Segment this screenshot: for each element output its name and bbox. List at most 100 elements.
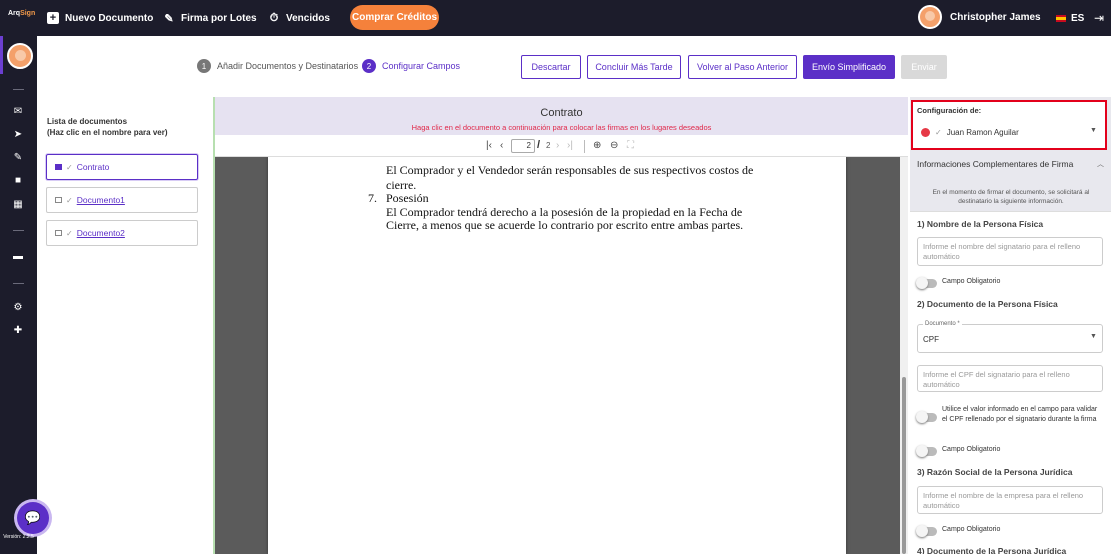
expired-button[interactable]: ⏱ Vencidos bbox=[268, 0, 330, 36]
toggle-switch[interactable] bbox=[916, 445, 937, 457]
step-configure-fields[interactable]: 2 Configurar Campos bbox=[362, 59, 460, 73]
new-document-label: Nuevo Documento bbox=[65, 12, 154, 24]
page-total: 2 bbox=[546, 141, 551, 150]
folder-icon[interactable]: ▬ bbox=[11, 251, 25, 262]
check-icon: ✓ bbox=[66, 162, 73, 172]
batch-sign-button[interactable]: ✎ Firma por Lotes bbox=[163, 0, 256, 36]
back-button[interactable]: Volver al Paso Anterior bbox=[688, 55, 797, 79]
document-item-number: 7. bbox=[368, 191, 377, 205]
toggle-switch[interactable] bbox=[916, 525, 937, 537]
first-page-icon[interactable]: |‹ bbox=[486, 140, 492, 151]
document-list-title: Lista de documentos (Haz clic en el nomb… bbox=[47, 116, 168, 138]
dropdown-arrow-icon[interactable]: ▼ bbox=[1090, 127, 1097, 134]
check-icon: ✓ bbox=[66, 195, 73, 205]
step-add-documents[interactable]: 1 Añadir Documentos y Destinatarios bbox=[197, 59, 358, 73]
question-2-label: 2) Documento de la Persona Física bbox=[917, 299, 1058, 309]
version-label: Versión: 2.2.5 bbox=[3, 534, 34, 540]
required-toggle-3[interactable]: Campo Obligatorio bbox=[916, 525, 1000, 537]
fullscreen-icon[interactable]: ⛶ bbox=[627, 140, 634, 151]
document-text-line: El Comprador y el Vendedor serán respons… bbox=[386, 163, 754, 177]
document-icon bbox=[55, 230, 62, 236]
sidebar-avatar[interactable] bbox=[7, 43, 33, 69]
simplified-send-button[interactable]: Envío Simplificado bbox=[803, 55, 895, 79]
toggle-switch[interactable] bbox=[916, 277, 937, 289]
validate-cpf-toggle[interactable]: Utilice el valor informado en el campo p… bbox=[916, 405, 1103, 425]
person-name-field[interactable]: Informe el nombre del signatario para el… bbox=[917, 237, 1103, 266]
step-number: 1 bbox=[197, 59, 211, 73]
company-name-field[interactable]: Informe el nombre de la empresa para el … bbox=[917, 486, 1103, 514]
edit-icon[interactable]: ✎ bbox=[11, 152, 25, 163]
document-viewer[interactable]: El Comprador y el Vendedor serán respons… bbox=[215, 157, 900, 554]
document-item-contrato[interactable]: ✓ Contrato bbox=[46, 154, 198, 180]
required-label: Campo Obligatorio bbox=[942, 446, 1001, 453]
pen-batch-icon: ✎ bbox=[164, 12, 174, 25]
additional-info-title[interactable]: Informaciones Complementares de Firma bbox=[917, 159, 1073, 169]
document-name: Contrato bbox=[76, 162, 110, 172]
toggle-switch[interactable] bbox=[916, 411, 937, 423]
discard-button[interactable]: Descartar bbox=[521, 55, 581, 79]
document-list-subheading: (Haz clic en el nombre para ver) bbox=[47, 128, 168, 137]
next-page-icon[interactable]: › bbox=[556, 140, 559, 151]
gear-icon[interactable]: ⚙ bbox=[11, 302, 25, 313]
send-button[interactable]: Enviar bbox=[901, 55, 947, 79]
last-page-icon[interactable]: ›| bbox=[567, 140, 573, 151]
step-label: Configurar Campos bbox=[382, 61, 461, 71]
trash-icon[interactable]: ■ bbox=[11, 175, 25, 186]
sidebar-active-indicator bbox=[0, 36, 3, 74]
app-logo[interactable]: ArqSign bbox=[8, 10, 35, 17]
viewer-title: Contrato bbox=[540, 107, 583, 119]
section-divider bbox=[910, 211, 1111, 212]
required-label: Campo Obligatorio bbox=[942, 278, 1001, 285]
chevron-up-icon[interactable]: ︿ bbox=[1097, 159, 1104, 169]
document-icon bbox=[55, 197, 62, 203]
new-document-button[interactable]: + Nuevo Documento bbox=[47, 0, 153, 36]
user-menu[interactable]: Christopher James bbox=[918, 5, 1041, 29]
document-item-documento1[interactable]: ✓ Documento1 bbox=[46, 187, 198, 213]
spain-flag-icon bbox=[1056, 14, 1066, 22]
document-list-heading: Lista de documentos bbox=[47, 117, 128, 126]
signer-select[interactable]: ✓ Juan Ramon Aguilar bbox=[921, 128, 1019, 137]
calendar-icon[interactable]: ▦ bbox=[11, 199, 25, 210]
page-number-input[interactable]: 2 bbox=[511, 139, 535, 153]
stopwatch-icon: ⏱ bbox=[269, 11, 279, 24]
required-toggle-2[interactable]: Campo Obligatorio bbox=[916, 445, 1001, 457]
puzzle-icon[interactable]: ✚ bbox=[11, 325, 25, 336]
logout-icon[interactable]: ⇥ bbox=[1094, 11, 1104, 25]
document-type-value: CPF bbox=[923, 335, 939, 344]
document-text-line: Cierre, a menos que se acuerde lo contra… bbox=[386, 218, 744, 232]
check-icon: ✓ bbox=[935, 128, 942, 137]
finish-later-button[interactable]: Concluir Más Tarde bbox=[587, 55, 681, 79]
chat-icon[interactable]: 💬 bbox=[17, 502, 49, 534]
config-label: Configuración de: bbox=[917, 106, 982, 115]
cpf-field[interactable]: Informe el CPF del signatario para el re… bbox=[917, 365, 1103, 392]
sidebar-divider bbox=[13, 283, 24, 284]
logo-suffix: Sign bbox=[20, 10, 36, 17]
prev-page-icon[interactable]: ‹ bbox=[500, 140, 503, 151]
required-toggle-1[interactable]: Campo Obligatorio bbox=[916, 277, 1001, 289]
document-page[interactable]: El Comprador y el Vendedor serán respons… bbox=[268, 157, 846, 554]
check-icon: ✓ bbox=[66, 228, 73, 238]
document-type-label: Documento * bbox=[923, 321, 962, 327]
sidebar-divider bbox=[13, 89, 24, 90]
document-name: Documento2 bbox=[76, 228, 125, 238]
language-selector[interactable]: ES bbox=[1056, 0, 1084, 36]
viewer-scrollbar-thumb[interactable] bbox=[902, 377, 906, 554]
expired-label: Vencidos bbox=[286, 12, 330, 24]
zoom-out-icon[interactable]: ⊖ bbox=[610, 140, 618, 151]
page-separator: / bbox=[537, 139, 541, 151]
send-icon[interactable]: ➤ bbox=[11, 129, 25, 140]
sidebar-divider bbox=[13, 230, 24, 231]
question-4-label: 4) Documento de la Persona Jurídica bbox=[917, 546, 1067, 554]
document-name: Documento1 bbox=[76, 195, 125, 205]
inbox-icon[interactable]: ✉ bbox=[11, 106, 25, 117]
logo-prefix: Arq bbox=[8, 10, 21, 17]
viewer-hint: Haga clic en el documento a continuación… bbox=[411, 123, 712, 132]
document-item-documento2[interactable]: ✓ Documento2 bbox=[46, 220, 198, 246]
zoom-in-icon[interactable]: ⊕ bbox=[593, 140, 601, 151]
document-icon bbox=[55, 164, 62, 170]
dropdown-arrow-icon[interactable]: ▼ bbox=[1090, 333, 1097, 340]
document-text-line: Posesión bbox=[386, 191, 429, 205]
top-bar: ArqSign + Nuevo Documento ✎ Firma por Lo… bbox=[0, 0, 1111, 36]
document-type-select[interactable] bbox=[917, 324, 1103, 353]
buy-credits-button[interactable]: Comprar Créditos bbox=[350, 5, 439, 30]
